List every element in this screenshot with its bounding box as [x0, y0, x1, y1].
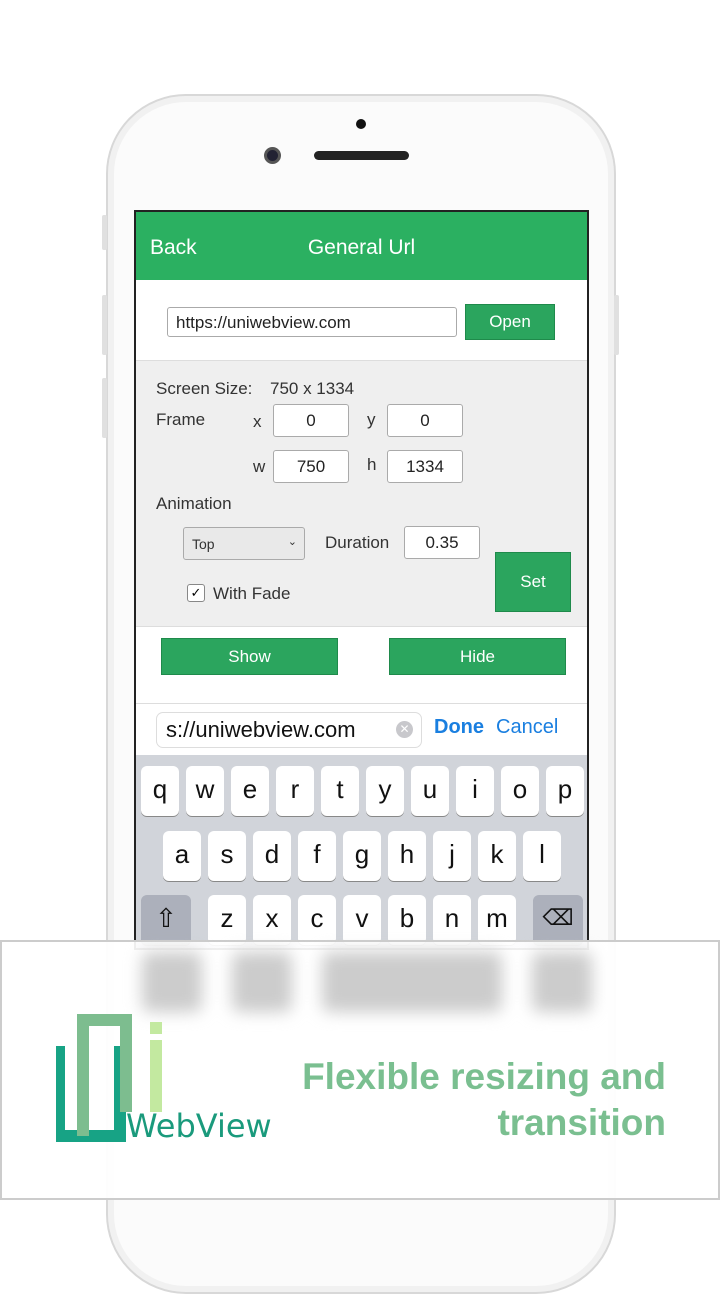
shift-key[interactable]: ⇧ — [141, 895, 191, 945]
duration-input[interactable]: 0.35 — [404, 526, 480, 559]
volume-down-button — [102, 378, 107, 438]
key-y[interactable]: y — [366, 766, 404, 816]
show-button[interactable]: Show — [161, 638, 338, 675]
done-button[interactable]: Done — [434, 716, 484, 739]
key-c[interactable]: c — [298, 895, 336, 945]
sensor — [356, 119, 366, 129]
key-g[interactable]: g — [343, 831, 381, 881]
animation-label: Animation — [156, 494, 232, 513]
set-button[interactable]: Set — [495, 552, 571, 612]
x-label: x — [253, 412, 262, 431]
tagline: Flexible resizing and transition — [302, 1054, 666, 1146]
key-j[interactable]: j — [433, 831, 471, 881]
key-i[interactable]: i — [456, 766, 494, 816]
key-h[interactable]: h — [388, 831, 426, 881]
screen-size-value: 750 x 1334 — [270, 379, 355, 398]
key-p[interactable]: p — [546, 766, 584, 816]
url-row: https://uniwebview.com Open — [136, 280, 587, 360]
animation-select-value: Top — [192, 536, 215, 552]
key-f[interactable]: f — [298, 831, 336, 881]
key-q[interactable]: q — [141, 766, 179, 816]
screen-size-label: Screen Size: — [156, 379, 253, 398]
h-label: h — [367, 455, 377, 474]
shift-icon: ⇧ — [155, 903, 177, 933]
key-n[interactable]: n — [433, 895, 471, 945]
chevron-down-icon: ⌄ — [287, 536, 297, 548]
power-button — [614, 295, 619, 355]
cancel-button[interactable]: Cancel — [496, 716, 558, 739]
keyboard-accessory-bar: s://uniwebview.com ✕ Done Cancel — [136, 703, 587, 753]
key-v[interactable]: v — [343, 895, 381, 945]
tagline-line-1: Flexible resizing and — [302, 1056, 666, 1097]
logo-text: WebView — [126, 1107, 272, 1145]
keyboard: ⇧ ⌫ qwertyuiop asdfghjkl zxcvbnm — [136, 755, 587, 948]
w-label: w — [253, 457, 266, 476]
hide-button[interactable]: Hide — [389, 638, 566, 675]
clear-icon[interactable]: ✕ — [396, 721, 413, 738]
key-a[interactable]: a — [163, 831, 201, 881]
key-d[interactable]: d — [253, 831, 291, 881]
page-title: General Url — [307, 236, 416, 259]
front-camera — [264, 147, 281, 164]
key-r[interactable]: r — [276, 766, 314, 816]
key-b[interactable]: b — [388, 895, 426, 945]
key-w[interactable]: w — [186, 766, 224, 816]
key-z[interactable]: z — [208, 895, 246, 945]
keyboard-url-input[interactable]: s://uniwebview.com ✕ — [156, 712, 422, 748]
key-u[interactable]: u — [411, 766, 449, 816]
key-t[interactable]: t — [321, 766, 359, 816]
open-button[interactable]: Open — [465, 304, 555, 340]
key-s[interactable]: s — [208, 831, 246, 881]
key-m[interactable]: m — [478, 895, 516, 945]
volume-up-button — [102, 295, 107, 355]
animation-select[interactable]: Top ⌄ — [183, 527, 305, 560]
tagline-line-2: transition — [497, 1102, 666, 1143]
w-input[interactable]: 750 — [273, 450, 349, 483]
delete-key[interactable]: ⌫ — [533, 895, 583, 945]
key-e[interactable]: e — [231, 766, 269, 816]
blurred-keyboard-row — [142, 952, 592, 1012]
y-input[interactable]: 0 — [387, 404, 463, 437]
phone-screen: Back General Url https://uniwebview.com … — [134, 210, 589, 950]
backspace-icon: ⌫ — [542, 905, 574, 930]
mute-switch — [102, 215, 107, 250]
frame-label: Frame — [156, 410, 206, 429]
settings-panel: Screen Size: 750 x 1334 Frame x 0 y 0 w … — [136, 360, 587, 627]
key-o[interactable]: o — [501, 766, 539, 816]
key-k[interactable]: k — [478, 831, 516, 881]
x-input[interactable]: 0 — [273, 404, 349, 437]
keyboard-url-text: s://uniwebview.com — [166, 717, 356, 742]
nav-bar: Back General Url — [136, 212, 587, 280]
h-input[interactable]: 1334 — [387, 450, 463, 483]
key-l[interactable]: l — [523, 831, 561, 881]
with-fade-checkbox[interactable]: ✓ — [187, 584, 205, 602]
checkmark-icon: ✓ — [190, 585, 202, 600]
y-label: y — [367, 410, 376, 429]
with-fade-label: With Fade — [213, 584, 291, 603]
earpiece-speaker — [314, 151, 409, 160]
key-x[interactable]: x — [253, 895, 291, 945]
url-input[interactable]: https://uniwebview.com — [167, 307, 457, 337]
duration-label: Duration — [325, 533, 390, 552]
